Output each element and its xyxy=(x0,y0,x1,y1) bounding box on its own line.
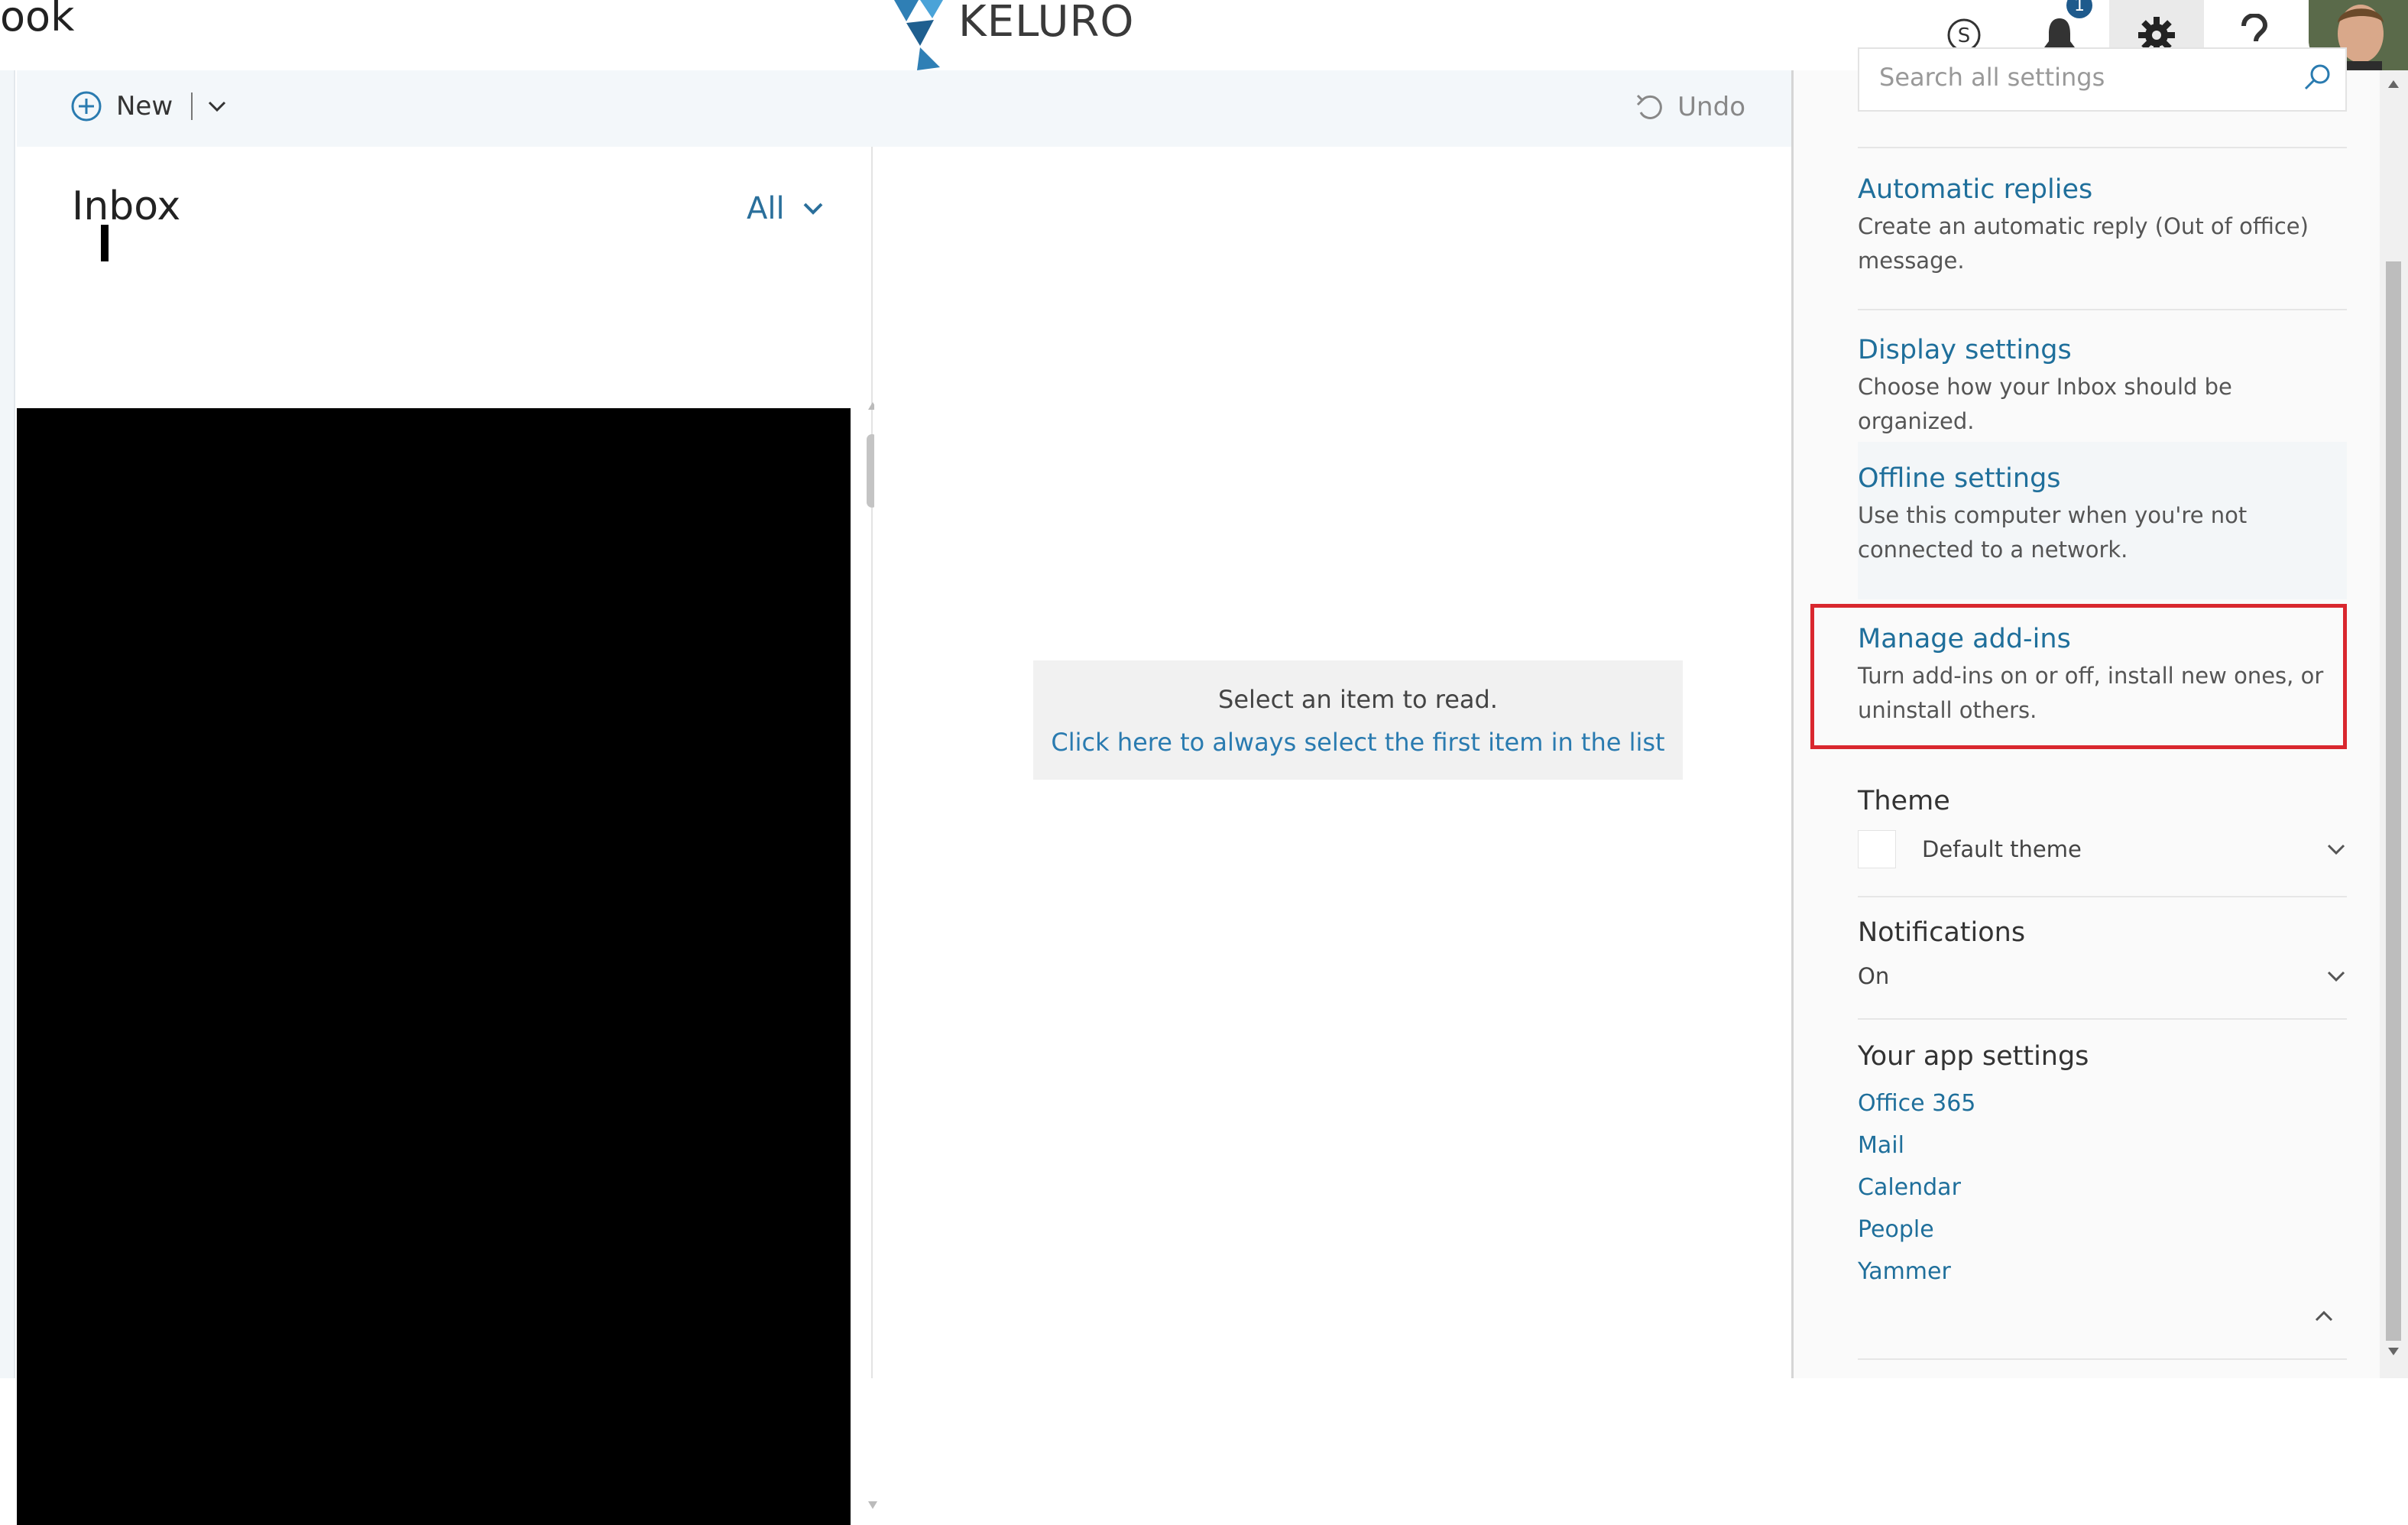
theme-swatch xyxy=(1858,830,1896,868)
app-link-people[interactable]: People xyxy=(1858,1209,2347,1251)
divider xyxy=(1858,896,2347,897)
select-first-item-link[interactable]: Click here to always select the first it… xyxy=(1033,728,1683,757)
folder-title: Inbox xyxy=(72,183,181,229)
theme-heading: Theme xyxy=(1858,786,1950,816)
scroll-down-arrow-icon[interactable] xyxy=(867,1500,879,1510)
undo-icon xyxy=(1637,94,1663,119)
company-logo: KELURO xyxy=(894,0,1135,70)
offline-settings-desc: Use this computer when you're not connec… xyxy=(1858,502,2248,563)
display-settings-desc: Choose how your Inbox should be organize… xyxy=(1858,374,2232,434)
settings-search-input[interactable]: Search all settings xyxy=(1858,47,2347,112)
chevron-down-icon xyxy=(803,203,823,215)
new-message-button[interactable]: New xyxy=(70,90,228,122)
app-settings-heading: Your app settings xyxy=(1858,1041,2089,1072)
chevron-up-icon[interactable] xyxy=(2313,1309,2335,1324)
settings-scrollbar-thumb[interactable] xyxy=(2386,261,2401,1341)
offline-settings-link[interactable]: Offline settings xyxy=(1858,463,2347,494)
svg-text:S: S xyxy=(1958,24,1971,47)
manage-addins-link[interactable]: Manage add-ins xyxy=(1858,624,2347,654)
divider xyxy=(1858,309,2347,310)
empty-reading-title: Select an item to read. xyxy=(1218,685,1498,714)
app-link-office365[interactable]: Office 365 xyxy=(1858,1082,2347,1124)
message-list-pane: Inbox All xyxy=(17,147,877,1525)
automatic-replies-link[interactable]: Automatic replies xyxy=(1858,174,2347,205)
divider xyxy=(1858,147,2347,148)
chevron-down-icon[interactable] xyxy=(206,96,228,117)
app-name: ook xyxy=(0,0,75,41)
keluro-logo-mark xyxy=(894,0,943,70)
chevron-down-icon xyxy=(2327,844,2345,855)
theme-section: Theme Default theme xyxy=(1858,786,2347,868)
automatic-replies-desc: Create an automatic reply (Out of office… xyxy=(1858,213,2309,274)
theme-dropdown[interactable]: Default theme xyxy=(1858,830,2347,868)
search-icon[interactable] xyxy=(2301,61,2335,95)
text-cursor xyxy=(101,225,109,261)
chevron-down-icon xyxy=(2327,971,2345,982)
folder-rail xyxy=(0,70,15,1378)
empty-reading-message: Select an item to read. Click here to al… xyxy=(1033,660,1683,780)
new-separator xyxy=(191,92,193,120)
scroll-down-arrow-icon[interactable] xyxy=(2386,1345,2401,1358)
notifications-dropdown[interactable]: On xyxy=(1858,963,2347,989)
filter-label: All xyxy=(747,191,785,226)
notifications-value: On xyxy=(1858,963,1890,989)
theme-value: Default theme xyxy=(1922,836,2082,862)
new-label: New xyxy=(116,91,173,122)
settings-panel: Search all settings Automatic replies Cr… xyxy=(1791,47,2380,1378)
filter-dropdown[interactable]: All xyxy=(747,191,825,226)
display-settings-link[interactable]: Display settings xyxy=(1858,335,2347,365)
plus-circle-icon xyxy=(71,91,102,122)
logo-text: KELURO xyxy=(958,0,1135,47)
search-placeholder: Search all settings xyxy=(1879,63,2105,92)
notifications-section: Notifications On xyxy=(1858,917,2347,989)
automatic-replies-section: Automatic replies Create an automatic re… xyxy=(1858,174,2347,278)
undo-button[interactable]: Undo xyxy=(1635,92,1745,122)
app-link-calendar[interactable]: Calendar xyxy=(1858,1166,2347,1209)
undo-label: Undo xyxy=(1677,92,1745,122)
command-bar: New Undo xyxy=(17,70,1791,147)
app-link-mail[interactable]: Mail xyxy=(1858,1124,2347,1166)
manage-addins-section: Manage add-ins Turn add-ins on or off, i… xyxy=(1858,624,2347,728)
reading-pane: Select an item to read. Click here to al… xyxy=(874,147,1791,1378)
offline-settings-section: Offline settings Use this computer when … xyxy=(1858,463,2347,567)
notifications-heading: Notifications xyxy=(1858,917,2026,948)
app-settings-section: Your app settings Office 365 Mail Calend… xyxy=(1858,1041,2347,1293)
scroll-up-arrow-icon[interactable] xyxy=(2386,78,2401,90)
manage-addins-desc: Turn add-ins on or off, install new ones… xyxy=(1858,663,2324,723)
divider xyxy=(1858,1358,2347,1360)
display-settings-section: Display settings Choose how your Inbox s… xyxy=(1858,335,2347,439)
redacted-message-list xyxy=(17,408,851,1525)
divider xyxy=(1858,1018,2347,1020)
app-link-yammer[interactable]: Yammer xyxy=(1858,1251,2347,1293)
settings-scrollbar[interactable] xyxy=(2380,70,2408,1378)
